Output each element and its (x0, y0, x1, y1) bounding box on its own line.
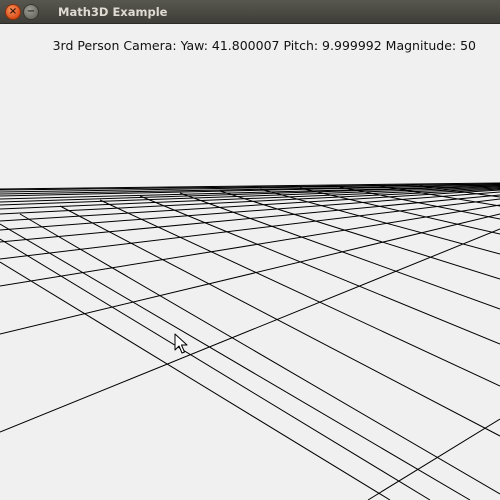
grid-line (0, 238, 431, 500)
render-viewport[interactable]: 3rd Person Camera: Yaw: 41.800007 Pitch:… (0, 24, 500, 500)
app-window: × − Math3D Example 3rd Person Camera: Ya… (0, 0, 500, 500)
minimize-button[interactable]: − (23, 4, 39, 20)
close-button[interactable]: × (5, 4, 21, 20)
camera-status-text: 3rd Person Camera: Yaw: 41.800007 Pitch:… (52, 38, 476, 53)
ground-grid (0, 182, 500, 500)
grid-line (0, 198, 500, 260)
mouse-pointer-icon (174, 333, 188, 354)
grid-line (0, 191, 500, 231)
grid-line (139, 195, 500, 345)
window-title: Math3D Example (58, 5, 168, 19)
title-bar[interactable]: × − Math3D Example (0, 0, 500, 24)
close-icon: × (8, 6, 18, 17)
grid-line (367, 418, 500, 500)
grid-line (0, 223, 471, 500)
minimize-icon: − (26, 6, 36, 17)
grid-line (0, 228, 500, 433)
